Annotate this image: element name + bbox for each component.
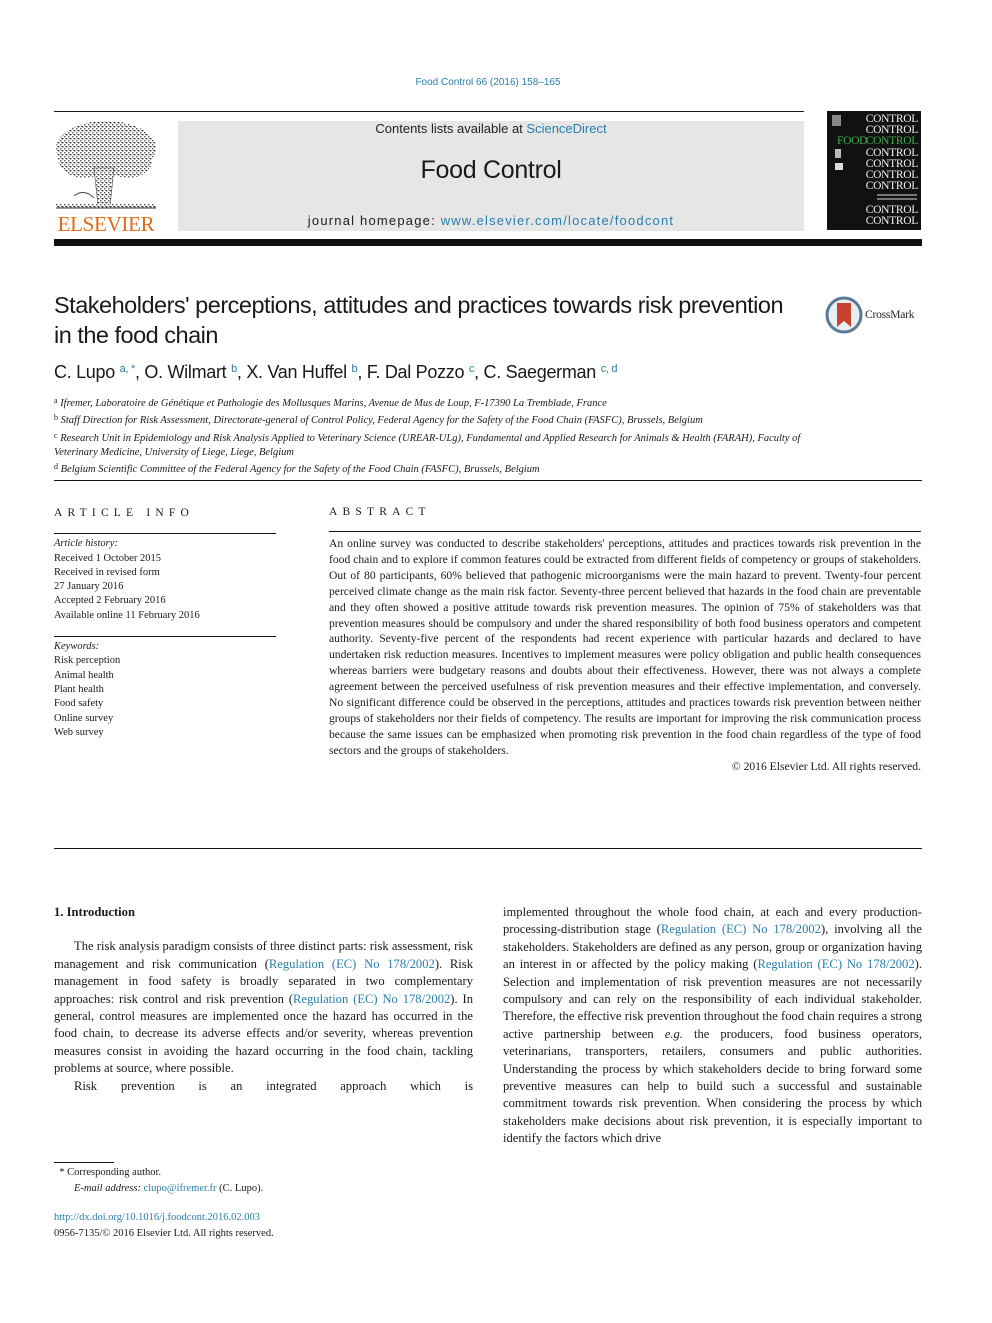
journal-homepage-link[interactable]: www.elsevier.com/locate/foodcont [441, 213, 675, 228]
abstract: ABSTRACT An online survey was conducted … [329, 506, 921, 773]
journal-cover-thumbnail[interactable]: CONTROL CONTROL FOOD CONTROL CONTROL CON… [827, 111, 921, 230]
keywords-label: Keywords: [54, 641, 100, 653]
crossmark-label: CrossMark [865, 309, 915, 321]
affiliation-text: Staff Direction for Risk Assessment, Dir… [60, 415, 703, 427]
author-name[interactable]: C. Lupo [54, 362, 115, 382]
doi-block: http://dx.doi.org/10.1016/j.foodcont.201… [54, 1210, 274, 1241]
footnote-text: Corresponding author. [67, 1167, 162, 1178]
abstract-text: An online survey was conducted to descri… [329, 537, 921, 757]
email-label: E-mail address: [74, 1182, 144, 1194]
header-rule-bottom [54, 239, 922, 246]
footnote-rule [54, 1162, 114, 1163]
crossmark-icon [825, 296, 863, 334]
affiliation-text: Research Unit in Epidemiology and Risk A… [54, 432, 801, 458]
affiliation-mark: c [54, 430, 58, 440]
cover-subtitle-bar [877, 198, 917, 200]
sciencedirect-link[interactable]: ScienceDirect [526, 121, 606, 136]
section-heading: 1. Introduction [54, 905, 135, 919]
doi-link[interactable]: http://dx.doi.org/10.1016/j.foodcont.201… [54, 1212, 260, 1223]
footnote: * Corresponding author. E-mail address: … [54, 1165, 263, 1196]
header-rule-top [54, 111, 804, 112]
contents-line: Contents lists available at ScienceDirec… [178, 121, 804, 136]
author-name[interactable]: C. Saegerman [484, 362, 597, 382]
reference-link[interactable]: Regulation (EC) No 178/2002 [293, 992, 450, 1006]
keyword-item: Plant health [54, 683, 104, 695]
affiliation-item: a Ifremer, Laboratoire de Génétique et P… [54, 394, 834, 411]
email-suffix: (C. Lupo). [216, 1182, 264, 1194]
abstract-copyright: © 2016 Elsevier Ltd. All rights reserved… [731, 759, 921, 773]
keyword-item: Risk perception [54, 655, 121, 667]
body-column-left: 1. Introduction The risk analysis paradi… [54, 904, 473, 1095]
author-separator: , [134, 362, 145, 382]
history-item: Available online 11 February 2016 [54, 609, 200, 621]
affiliation-item: c Research Unit in Epidemiology and Risk… [54, 429, 834, 461]
author-separator: , [357, 362, 367, 382]
author-name[interactable]: O. Wilmart [144, 362, 226, 382]
cover-title-line: CONTROL [865, 215, 919, 227]
keyword-item: Online survey [54, 712, 114, 724]
emphasis-text: e.g. [664, 1026, 683, 1041]
reference-link[interactable]: Regulation (EC) No 178/2002 [269, 957, 435, 971]
history-item: Accepted 2 February 2016 [54, 595, 166, 607]
divider-rule [329, 531, 921, 532]
divider-rule [54, 533, 276, 535]
affiliation-mark: b [54, 413, 58, 423]
author-affiliation-mark[interactable]: a, * [120, 363, 136, 375]
affiliation-text: Belgium Scientific Committee of the Fede… [60, 464, 540, 476]
issn-text: 0956-7135/© 2016 Elsevier Ltd. All right… [54, 1227, 274, 1239]
author-separator: , [474, 362, 484, 382]
reference-link[interactable]: Regulation (EC) No 178/2002 [661, 922, 821, 936]
homepage-prefix: journal homepage: [307, 213, 441, 228]
keyword-item: Web survey [54, 726, 104, 738]
keyword-item: Animal health [54, 669, 114, 681]
affiliation-text: Ifremer, Laboratoire de Génétique et Pat… [60, 398, 607, 409]
crossmark-button[interactable]: CrossMark [825, 296, 935, 336]
abstract-heading: ABSTRACT [329, 506, 431, 518]
article-history-label: Article history: [54, 538, 118, 550]
affiliation-list: a Ifremer, Laboratoire de Génétique et P… [54, 394, 834, 477]
cover-title-line: CONTROL [865, 180, 919, 192]
corresponding-author-note: * Corresponding author. [54, 1165, 263, 1181]
affiliation-item: b Staff Direction for Risk Assessment, D… [54, 411, 834, 428]
author-list: C. Lupo a, *, O. Wilmart b, X. Van Huffe… [54, 362, 618, 383]
divider-rule [54, 848, 922, 849]
paragraph: Risk prevention is an integrated approac… [74, 1078, 473, 1093]
author-affiliation-mark[interactable]: c, d [601, 363, 618, 375]
cover-subtitle-bar [877, 194, 917, 196]
divider-rule [54, 480, 922, 481]
author-separator: , [236, 362, 247, 382]
paragraph-text: the producers, food business operators, … [503, 1026, 922, 1146]
author-name[interactable]: X. Van Huffel [246, 362, 347, 382]
keyword-item: Food safety [54, 698, 104, 710]
reference-link[interactable]: Regulation (EC) No 178/2002 [757, 957, 914, 971]
homepage-line: journal homepage: www.elsevier.com/locat… [178, 213, 804, 228]
article-info-heading: ARTICLE INFO [54, 507, 194, 519]
cover-food-label: FOOD [837, 135, 868, 147]
body-column-right: implemented throughout the whole food ch… [503, 904, 922, 1148]
email-link[interactable]: clupo@ifremer.fr [144, 1183, 217, 1194]
email-note: E-mail address: clupo@ifremer.fr (C. Lup… [54, 1181, 263, 1197]
paragraph: implemented throughout the whole food ch… [503, 904, 922, 1148]
cover-logo-icon [832, 115, 841, 126]
affiliation-mark: a [54, 396, 58, 405]
cover-title-line: CONTROL [865, 135, 919, 147]
article-info: ARTICLE INFO Article history: Received 1… [54, 506, 276, 740]
history-item: Received in revised form [54, 566, 160, 578]
divider-rule [54, 636, 276, 638]
cover-image-icon [835, 163, 843, 170]
tree-icon [56, 121, 156, 209]
journal-citation-link[interactable]: Food Control 66 (2016) 158–165 [0, 77, 976, 88]
cover-image-icon [835, 149, 841, 158]
affiliation-item: d Belgium Scientific Committee of the Fe… [54, 460, 834, 477]
affiliation-mark: d [54, 462, 58, 472]
journal-name: Food Control [420, 156, 562, 184]
footnote-mark: * [59, 1167, 65, 1178]
history-item: 27 January 2016 [54, 581, 124, 593]
elsevier-wordmark: ELSEVIER [57, 212, 155, 236]
article-title: Stakeholders' perceptions, attitudes and… [54, 292, 784, 348]
history-item: Received 1 October 2015 [54, 552, 162, 564]
paragraph: The risk analysis paradigm consists of t… [54, 938, 473, 1077]
author-name[interactable]: F. Dal Pozzo [367, 362, 465, 382]
contents-prefix: Contents lists available at [375, 121, 527, 136]
